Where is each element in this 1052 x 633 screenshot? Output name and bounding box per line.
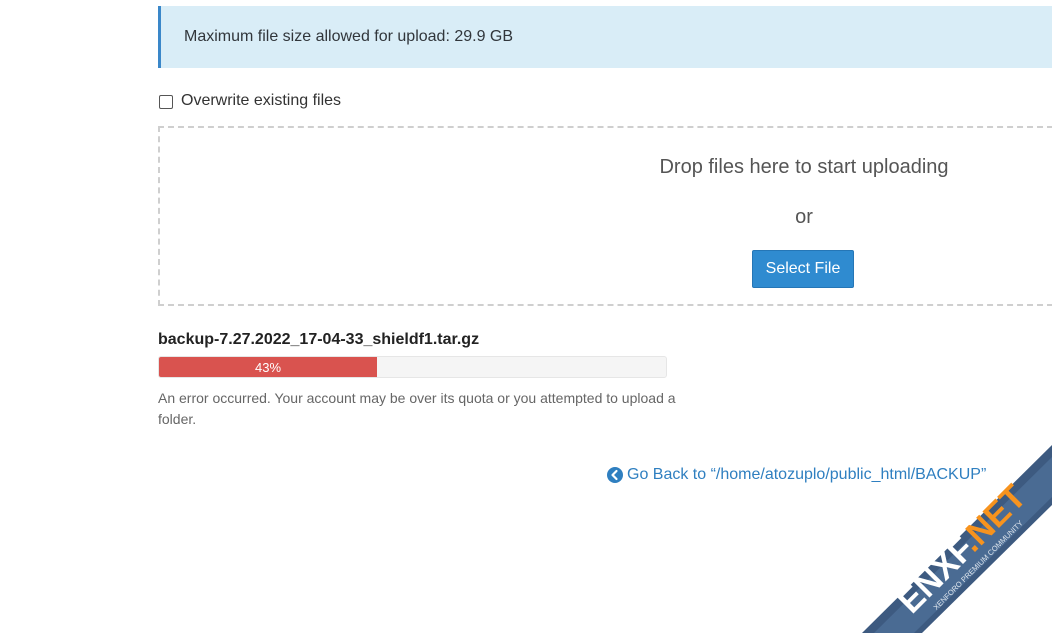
svg-text:ENXF.NET: ENXF.NET <box>891 478 1034 621</box>
overwrite-checkbox[interactable] <box>159 95 173 109</box>
upload-progress-fill: 43% <box>159 357 377 377</box>
upload-error-message: An error occurred. Your account may be o… <box>158 390 676 427</box>
upload-file-name: backup-7.27.2022_17-04-33_shieldf1.tar.g… <box>158 331 480 348</box>
overwrite-option[interactable]: Overwrite existing files <box>159 92 341 110</box>
select-file-button[interactable]: Select File <box>752 250 854 288</box>
max-upload-text: Maximum file size allowed for upload: 29… <box>184 28 514 45</box>
or-separator: or <box>795 206 813 228</box>
upload-progress-label: 43% <box>254 359 282 375</box>
overwrite-label: Overwrite existing files <box>181 92 342 109</box>
enxf-watermark-logo: ENXF.NET XENFORO PREMIUM COMMUNITY <box>862 445 1052 633</box>
upload-progress-bar: 43% <box>158 356 667 378</box>
max-upload-info-banner: Maximum file size allowed for upload: 29… <box>158 6 1052 68</box>
arrow-circle-left-icon <box>607 467 623 483</box>
file-drop-zone[interactable]: Drop files here to start uploading or Se… <box>158 126 1052 306</box>
drop-prompt: Drop files here to start uploading <box>659 156 949 178</box>
